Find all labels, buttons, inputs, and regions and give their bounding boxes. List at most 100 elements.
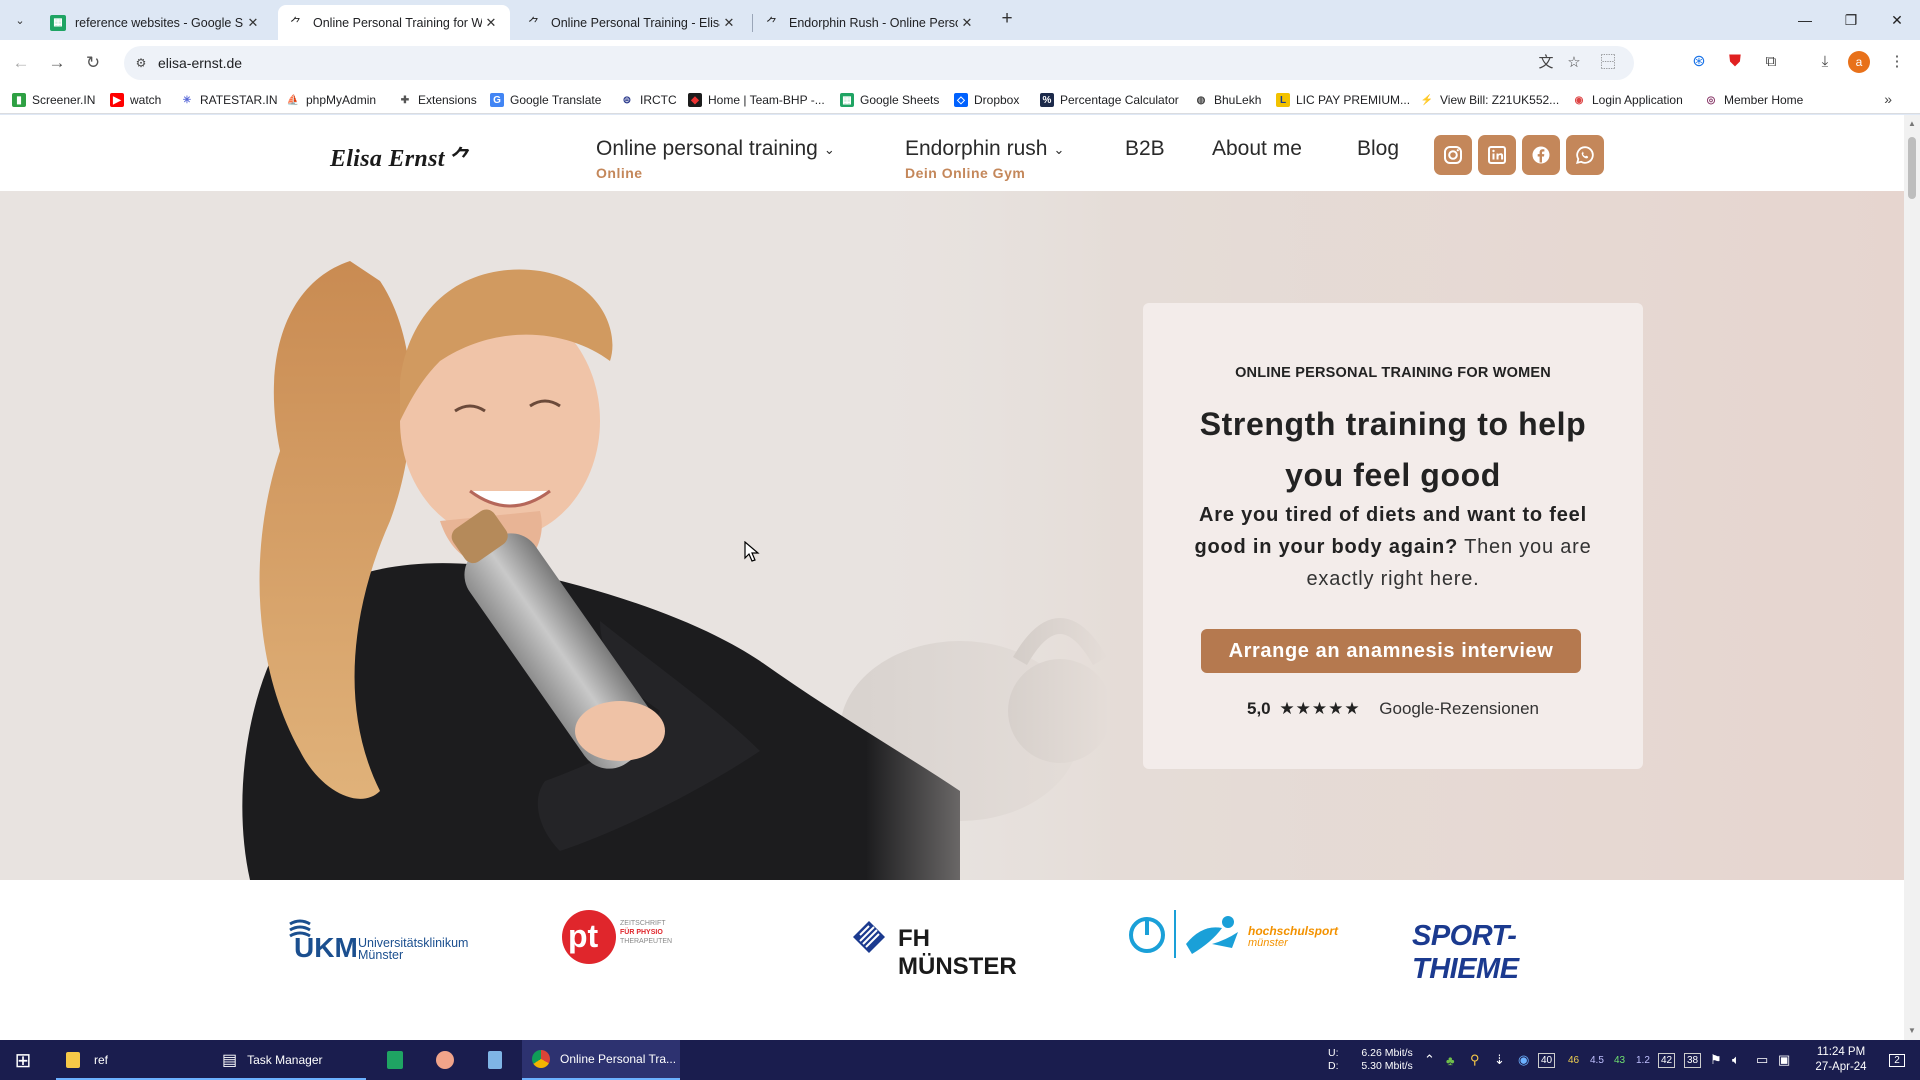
bookmark-star-icon[interactable]: ☆ bbox=[1564, 53, 1584, 73]
scroll-up-icon[interactable]: ▲ bbox=[1907, 119, 1917, 129]
forward-button[interactable]: → bbox=[44, 50, 70, 76]
facebook-button[interactable] bbox=[1522, 135, 1560, 175]
restore-button[interactable]: ❐ bbox=[1836, 8, 1866, 32]
clock-date: 27-Apr-24 bbox=[1815, 1061, 1867, 1073]
notification-count: 2 bbox=[1889, 1053, 1905, 1067]
bookmark-google-sheets[interactable]: ▦ Google Sheets bbox=[840, 91, 939, 109]
site-info-icon[interactable]: ⚙ bbox=[132, 54, 150, 72]
close-icon[interactable]: ✕ bbox=[482, 15, 500, 31]
bookmark-watch[interactable]: ▶ watch bbox=[110, 91, 161, 109]
notification-center[interactable]: 2 bbox=[1882, 1040, 1912, 1080]
tab-online-personal-training-elisa[interactable]: ⺈ Online Personal Training - Elisa ✕ bbox=[516, 5, 748, 40]
nav-b2b[interactable]: B2B bbox=[1125, 137, 1165, 161]
taskbar-sheets-app[interactable] bbox=[374, 1040, 416, 1080]
tray-flag-icon[interactable]: ⚑ bbox=[1710, 1040, 1722, 1080]
net-up-label: U: bbox=[1328, 1047, 1339, 1059]
clock[interactable]: 11:24 PM 27-Apr-24 bbox=[1802, 1040, 1880, 1080]
tray-arrow-icon[interactable]: ⇣ bbox=[1494, 1040, 1505, 1080]
nav-label: About me bbox=[1212, 137, 1302, 160]
tab-search-chevron-icon[interactable]: ⌄ bbox=[8, 9, 32, 31]
battery-icon[interactable]: ▭ bbox=[1756, 1040, 1768, 1080]
bookmarks-bar: ▮ Screener.IN ▶ watch ✳ RATESTAR.IN ⛵ phpMyA… bbox=[0, 86, 1920, 114]
reload-button[interactable]: ↻ bbox=[80, 50, 106, 76]
extension-shield-icon[interactable]: ⛊ bbox=[1724, 51, 1746, 73]
bookmark-label: watch bbox=[130, 93, 162, 107]
tray-box-3: 38 bbox=[1684, 1040, 1702, 1080]
extension-globe-icon[interactable]: ⊛ bbox=[1688, 51, 1710, 73]
bookmark-irctc[interactable]: ⊜ IRCTC bbox=[620, 91, 677, 109]
translate-page-icon[interactable]: 文 bbox=[1536, 53, 1556, 73]
tray-search-icon[interactable]: ⚲ bbox=[1470, 1040, 1480, 1080]
new-tab-button[interactable]: + bbox=[996, 8, 1018, 30]
back-button[interactable]: ← bbox=[8, 50, 34, 76]
taskbar-label: ref bbox=[94, 1053, 109, 1067]
bookmark-login-application[interactable]: ◉ Login Application bbox=[1572, 91, 1683, 109]
bookmark-member-home[interactable]: ◎ Member Home bbox=[1704, 91, 1804, 109]
profile-avatar[interactable]: a bbox=[1848, 51, 1870, 73]
taskbar-chrome[interactable]: Online Personal Tra... bbox=[522, 1040, 680, 1080]
bookmark-lic[interactable]: L LIC PAY PREMIUM... bbox=[1276, 91, 1410, 109]
tab-endorphin-rush[interactable]: ⺈ Endorphin Rush - Online Perso ✕ bbox=[754, 5, 986, 40]
bookmark-bhulekh[interactable]: ◍ BhuLekh bbox=[1194, 91, 1262, 109]
network-icon[interactable]: ▣ bbox=[1778, 1040, 1790, 1080]
tab-reference-websites[interactable]: ▦ reference websites - Google Sh ✕ bbox=[40, 5, 272, 40]
bookmark-label: LIC PAY PREMIUM... bbox=[1296, 93, 1411, 107]
bookmark-team-bhp[interactable]: ◆ Home | Team-BHP -... bbox=[688, 91, 825, 109]
bookmark-ratestar[interactable]: ✳ RATESTAR.IN bbox=[180, 91, 278, 109]
instagram-button[interactable] bbox=[1434, 135, 1472, 175]
clock-time: 11:24 PM bbox=[1816, 1046, 1866, 1058]
nav-online-personal-training[interactable]: Online personal training ⌄ Online bbox=[596, 137, 835, 181]
close-icon[interactable]: ✕ bbox=[720, 15, 738, 31]
bookmark-google-translate[interactable]: G Google Translate bbox=[490, 91, 601, 109]
translate-icon: G bbox=[490, 93, 504, 107]
windows-taskbar: ⊞ ref ▤ Task Manager Online Personal Tra… bbox=[0, 1040, 1920, 1080]
tab-online-personal-training-women[interactable]: ⺈ Online Personal Training for Wo ✕ bbox=[278, 5, 510, 40]
scroll-thumb[interactable] bbox=[1908, 137, 1916, 199]
tray-leaf-icon[interactable]: ♣ bbox=[1446, 1040, 1455, 1080]
windows-start-icon[interactable]: ⊞ bbox=[0, 1040, 46, 1080]
linkedin-button[interactable] bbox=[1478, 135, 1516, 175]
extensions-puzzle-icon[interactable]: ⧉ bbox=[1760, 51, 1782, 73]
translate-icon[interactable]: ⿱ bbox=[1598, 53, 1618, 73]
hero-photo-woman-with-bottle bbox=[0, 191, 1110, 880]
scroll-down-icon[interactable]: ▼ bbox=[1907, 1026, 1917, 1036]
hero-headline: Strength training to help you feel good bbox=[1199, 406, 1587, 493]
page-scrollbar[interactable]: ▲ ▼ bbox=[1904, 115, 1920, 1040]
bird-icon: ⺈ bbox=[765, 16, 778, 30]
close-window-button[interactable]: ✕ bbox=[1882, 8, 1912, 32]
bookmark-percentage-calculator[interactable]: % Percentage Calculator bbox=[1040, 91, 1179, 109]
hochschulsport-line2: münster bbox=[1248, 937, 1288, 949]
minimize-button[interactable]: — bbox=[1790, 8, 1820, 32]
bookmark-view-bill[interactable]: ⚡ View Bill: Z21UK552... bbox=[1420, 91, 1559, 109]
site-logo[interactable]: Elisa Ernst ⺈ bbox=[330, 141, 473, 173]
whatsapp-button[interactable] bbox=[1566, 135, 1604, 175]
taskbar-ref-folder[interactable]: ref bbox=[56, 1040, 216, 1080]
nav-blog[interactable]: Blog bbox=[1357, 137, 1399, 161]
bookmarks-overflow-icon[interactable]: » bbox=[1884, 91, 1892, 107]
taskbar-notepad[interactable] bbox=[474, 1040, 516, 1080]
tray-globe-icon[interactable]: ◉ bbox=[1518, 1040, 1529, 1080]
close-icon[interactable]: ✕ bbox=[958, 15, 976, 31]
hochschulsport-logo: hochschulsport münster bbox=[1128, 910, 1338, 960]
close-icon[interactable]: ✕ bbox=[244, 15, 262, 31]
tray-box-2: 42 bbox=[1658, 1040, 1676, 1080]
bookmark-label: View Bill: Z21UK552... bbox=[1440, 93, 1560, 107]
bookmark-extensions[interactable]: ✚ Extensions bbox=[398, 91, 477, 109]
address-bar[interactable]: ⚙ elisa-ernst.de ⿱ 文 ☆ bbox=[124, 46, 1634, 80]
bookmark-screener[interactable]: ▮ Screener.IN bbox=[12, 91, 95, 109]
volume-icon[interactable]: 🔈︎ bbox=[1732, 1040, 1740, 1080]
bookmark-label: IRCTC bbox=[640, 93, 677, 107]
menu-kebab-icon[interactable]: ⋮ bbox=[1886, 51, 1908, 73]
bookmark-dropbox[interactable]: ◇ Dropbox bbox=[954, 91, 1019, 109]
url-text[interactable]: elisa-ernst.de bbox=[158, 55, 242, 71]
nav-endorphin-rush[interactable]: Endorphin rush ⌄ Dein Online Gym bbox=[905, 137, 1064, 181]
taskbar-app-round[interactable] bbox=[424, 1040, 466, 1080]
tab-title: Online Personal Training for Wo bbox=[313, 15, 482, 30]
download-icon[interactable]: ⤓ bbox=[1814, 51, 1836, 73]
google-rating[interactable]: 5,0 ★★★★★ Google-Rezensionen bbox=[1143, 699, 1643, 719]
taskbar-task-manager[interactable]: ▤ Task Manager bbox=[216, 1040, 366, 1080]
bookmark-phpmyadmin[interactable]: ⛵ phpMyAdmin bbox=[286, 91, 376, 109]
nav-about-me[interactable]: About me bbox=[1212, 137, 1302, 161]
arrange-interview-button[interactable]: Arrange an anamnesis interview bbox=[1201, 629, 1581, 673]
tray-chevron-up-icon[interactable]: ⌃ bbox=[1424, 1040, 1435, 1080]
